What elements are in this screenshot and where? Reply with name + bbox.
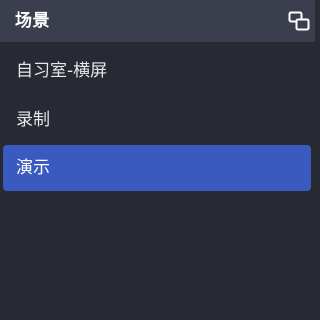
scene-item-label: 自习室-横屏 (16, 61, 108, 81)
undock-icon (288, 11, 310, 31)
panel-title: 场景 (15, 11, 50, 31)
scene-item-study-room[interactable]: 自习室-横屏 (3, 48, 311, 94)
scene-item-recording[interactable]: 录制 (3, 97, 311, 143)
undock-button[interactable] (287, 9, 311, 33)
scene-item-label: 录制 (16, 110, 50, 130)
scenes-panel: 场景 自习室-横屏 录制 演示 (0, 0, 315, 320)
scene-item-label: 演示 (16, 158, 50, 178)
panel-header: 场景 (0, 0, 315, 42)
scene-item-demo[interactable]: 演示 (3, 145, 311, 191)
